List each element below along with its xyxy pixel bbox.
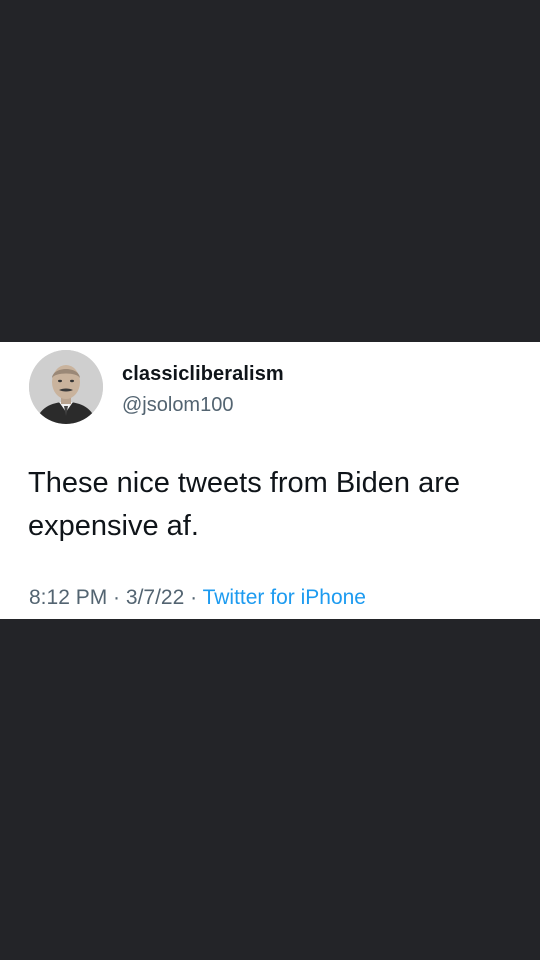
tweet-time[interactable]: 8:12 PM: [29, 586, 107, 609]
bottom-dark-backdrop: [0, 619, 540, 960]
display-name[interactable]: classicliberalism: [122, 363, 284, 386]
portrait-photo-icon: [29, 350, 103, 424]
tweet-card: classicliberalism @jsolom100 These nice …: [0, 342, 540, 619]
meta-separator: ·: [107, 586, 126, 609]
tweet-text: These nice tweets from Biden are expensi…: [28, 467, 460, 542]
tweet-metadata: 8:12 PM · 3/7/22 · Twitter for iPhone: [29, 586, 366, 610]
user-handle[interactable]: @jsolom100: [122, 394, 233, 417]
user-avatar[interactable]: [29, 350, 103, 424]
tweet-date[interactable]: 3/7/22: [126, 586, 184, 609]
top-dark-backdrop: [0, 0, 540, 342]
meta-separator: ·: [184, 586, 203, 609]
tweet-source-link[interactable]: Twitter for iPhone: [203, 586, 366, 609]
